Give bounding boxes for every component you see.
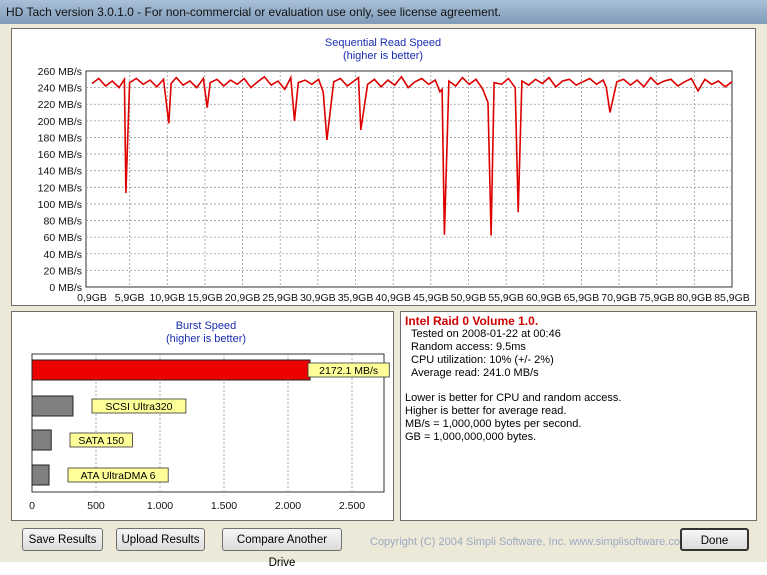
burst-chart-title: Burst Speed — [176, 320, 237, 332]
read-y-tick-label: 140 MB/s — [38, 166, 82, 178]
read-y-tick-label: 220 MB/s — [38, 99, 82, 111]
read-x-tick-label: 75,9GB — [639, 292, 675, 304]
burst-x-tick-label: 500 — [87, 500, 105, 512]
drive-info-panel: Intel Raid 0 Volume 1.0. Tested on 2008-… — [400, 311, 757, 521]
read-x-tick-label: 0,9GB — [77, 292, 107, 304]
read-x-tick-label: 70,9GB — [601, 292, 637, 304]
read-x-tick-label: 30,9GB — [300, 292, 336, 304]
note-lower-better: Lower is better for CPU and random acces… — [405, 392, 622, 404]
done-label: Done — [700, 535, 729, 547]
copyright-text: Copyright (C) 2004 Simpli Software, Inc.… — [370, 536, 690, 548]
burst-bar — [31, 429, 52, 451]
read-x-tick-label: 25,9GB — [262, 292, 298, 304]
read-x-tick-label: 40,9GB — [375, 292, 411, 304]
burst-bar — [31, 395, 74, 417]
burst-bar-label: SCSI Ultra320 — [105, 401, 172, 413]
burst-bar-label: 2172.1 MB/s — [319, 365, 378, 377]
read-plot-area — [85, 70, 733, 288]
burst-x-tick-label: 1.500 — [211, 500, 237, 512]
burst-speed-panel: Burst Speed (higher is better) 2172.1 MB… — [11, 311, 394, 521]
read-y-tick-label: 180 MB/s — [38, 132, 82, 144]
window-title: HD Tach version 3.0.1.0 - For non-commer… — [6, 5, 502, 19]
read-x-tick-label: 60,9GB — [526, 292, 562, 304]
random-access: Random access: 9.5ms — [411, 341, 526, 353]
burst-x-tick-label: 2.500 — [339, 500, 365, 512]
read-y-tick-label: 100 MB/s — [38, 199, 82, 211]
read-y-tick-label: 20 MB/s — [43, 265, 82, 277]
note-mbs-definition: MB/s = 1,000,000 bytes per second. — [405, 418, 582, 430]
read-x-tick-label: 55,9GB — [488, 292, 524, 304]
save-results-label: Save Results — [28, 534, 97, 546]
title-bar[interactable]: HD Tach version 3.0.1.0 - For non-commer… — [0, 0, 767, 24]
read-x-tick-label: 50,9GB — [451, 292, 487, 304]
read-y-tick-label: 200 MB/s — [38, 116, 82, 128]
burst-bar-label: ATA UltraDMA 6 — [81, 470, 156, 482]
read-y-tick-label: 60 MB/s — [43, 232, 82, 244]
burst-x-tick-label: 1.000 — [147, 500, 173, 512]
read-x-tick-label: 10,9GB — [149, 292, 185, 304]
compare-drive-button[interactable]: Compare Another Drive — [222, 528, 342, 569]
drive-name: Intel Raid 0 Volume 1.0. — [405, 314, 539, 328]
read-y-tick-label: 40 MB/s — [43, 249, 82, 261]
note-higher-better: Higher is better for average read. — [405, 405, 567, 417]
cpu-utilization: CPU utilization: 10% (+/- 2%) — [411, 354, 554, 366]
read-x-tick-label: 35,9GB — [338, 292, 374, 304]
upload-results-label: Upload Results — [121, 534, 200, 546]
burst-bar — [31, 464, 50, 486]
compare-drive-label: Compare Another Drive — [236, 534, 328, 569]
burst-x-tick-label: 2.000 — [275, 500, 301, 512]
read-speed-chart: Sequential Read Speed (higher is better)… — [38, 37, 750, 304]
read-x-tick-label: 80,9GB — [677, 292, 713, 304]
burst-bar — [31, 359, 311, 381]
read-y-tick-label: 120 MB/s — [38, 182, 82, 194]
read-x-tick-label: 65,9GB — [564, 292, 600, 304]
burst-speed-chart: Burst Speed (higher is better) 2172.1 MB… — [29, 320, 390, 512]
read-y-tick-label: 160 MB/s — [38, 149, 82, 161]
note-gb-definition: GB = 1,000,000,000 bytes. — [405, 431, 537, 443]
read-x-tick-label: 5,9GB — [115, 292, 145, 304]
read-speed-panel: Sequential Read Speed (higher is better)… — [11, 28, 756, 306]
read-x-tick-label: 15,9GB — [187, 292, 223, 304]
read-x-tick-label: 45,9GB — [413, 292, 449, 304]
read-x-tick-label: 85,9GB — [714, 292, 750, 304]
save-results-button[interactable]: Save Results — [22, 528, 103, 551]
read-x-tick-label: 20,9GB — [225, 292, 261, 304]
tested-on: Tested on 2008-01-22 at 00:46 — [411, 328, 561, 340]
upload-results-button[interactable]: Upload Results — [116, 528, 205, 551]
read-chart-title: Sequential Read Speed — [325, 37, 441, 49]
done-button[interactable]: Done — [680, 528, 749, 551]
read-y-tick-label: 260 MB/s — [38, 66, 82, 78]
read-y-tick-label: 240 MB/s — [38, 83, 82, 95]
read-y-tick-label: 80 MB/s — [43, 216, 82, 228]
burst-chart-subtitle: (higher is better) — [166, 333, 246, 345]
burst-x-tick-label: 0 — [29, 500, 35, 512]
burst-bar-label: SATA 150 — [78, 435, 124, 447]
average-read: Average read: 241.0 MB/s — [411, 367, 539, 379]
read-chart-subtitle: (higher is better) — [343, 50, 423, 62]
